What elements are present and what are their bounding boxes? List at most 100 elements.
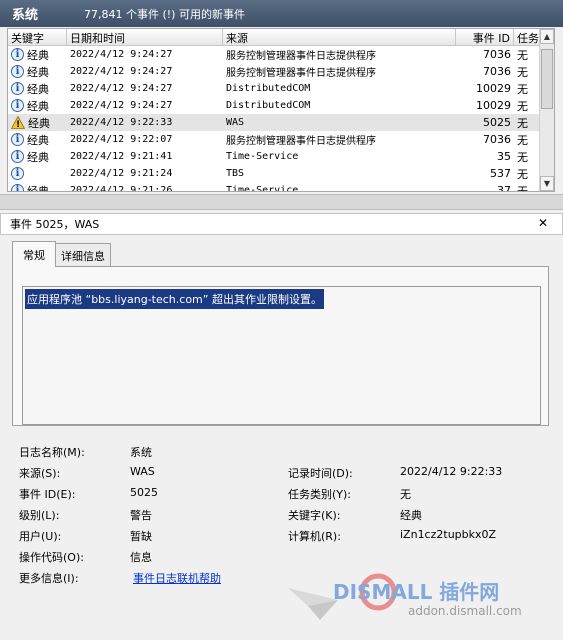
cell-keyword: i 经典 bbox=[8, 47, 67, 63]
cell-task: 无 bbox=[517, 116, 528, 130]
event-list-table[interactable]: 关键字 日期和时间 来源 事件 ID 任务 i 经典 2022/4/12 9:24:… bbox=[7, 28, 555, 192]
cell-keyword: i 经典 bbox=[8, 98, 67, 114]
event-detail-title: 事件 5025，WAS bbox=[10, 218, 100, 231]
task-category-value: 无 bbox=[400, 488, 411, 501]
info-icon: i bbox=[11, 82, 24, 95]
scroll-up-arrow-icon[interactable]: ▲ bbox=[540, 29, 554, 44]
cell-event-id: 7036 bbox=[483, 65, 511, 78]
cell-event-id: 7036 bbox=[483, 48, 511, 61]
cell-task: 无 bbox=[517, 82, 528, 96]
keywords-label: 关键字(K): bbox=[288, 509, 341, 522]
table-row[interactable]: ! 经典 2022/4/12 9:22:33 WAS 5025 无 bbox=[8, 114, 554, 131]
event-count-summary: 77,841 个事件 (!) 可用的新事件 bbox=[84, 7, 245, 21]
site-watermark: DISMALL 插件网 addon.dismall.com bbox=[278, 568, 558, 628]
keyword-text: 经典 bbox=[27, 48, 49, 62]
info-icon: i bbox=[11, 133, 24, 146]
cell-source: DistributedCOM bbox=[226, 100, 311, 111]
opcode-label: 操作代码(O): bbox=[19, 551, 84, 564]
keyword-text: 经典 bbox=[27, 184, 49, 192]
tab-details[interactable]: 详细信息 bbox=[55, 243, 111, 267]
warning-icon: ! bbox=[11, 116, 25, 129]
event-id-value: 5025 bbox=[130, 486, 158, 499]
cell-datetime: 2022/4/12 9:21:26 bbox=[70, 185, 173, 192]
cell-keyword: i 经典 bbox=[8, 81, 67, 97]
keyword-text: 经典 bbox=[27, 99, 49, 113]
keyword-text: 经典 bbox=[27, 150, 49, 164]
keywords-value: 经典 bbox=[400, 509, 422, 522]
user-label: 用户(U): bbox=[19, 530, 62, 543]
info-icon: i bbox=[11, 48, 24, 61]
computer-label: 计算机(R): bbox=[288, 530, 341, 543]
log-name-value: 系统 bbox=[130, 446, 152, 459]
cell-datetime: 2022/4/12 9:24:27 bbox=[70, 100, 173, 111]
cell-keyword: i 经典 bbox=[8, 132, 67, 148]
column-header-keyword[interactable]: 关键字 bbox=[8, 29, 67, 45]
cell-keyword: i 经典 bbox=[8, 64, 67, 80]
table-vertical-scrollbar[interactable]: ▲ ▼ bbox=[539, 29, 554, 191]
cell-source: DistributedCOM bbox=[226, 83, 311, 94]
table-row[interactable]: i 经典 2022/4/12 9:22:07 服务控制管理器事件日志提供程序 7036 无 bbox=[8, 131, 554, 148]
table-row[interactable]: i 经典 2022/4/12 9:24:27 服务控制管理器事件日志提供程序 7036 无 bbox=[8, 46, 554, 63]
cell-source: 服务控制管理器事件日志提供程序 bbox=[226, 68, 376, 79]
table-row[interactable]: i 经典 2022/4/12 9:24:27 DistributedCOM 10029 无 bbox=[8, 97, 554, 114]
keyword-text: 经典 bbox=[28, 116, 50, 130]
online-help-link[interactable]: 事件日志联机帮助 bbox=[133, 570, 221, 586]
cell-task: 无 bbox=[517, 184, 528, 192]
detail-tabs: 常规 详细信息 bbox=[12, 241, 111, 267]
logged-label: 记录时间(D): bbox=[288, 467, 353, 480]
column-header-event-id[interactable]: 事件 ID bbox=[456, 29, 514, 45]
cell-source: Time-Service bbox=[226, 185, 299, 192]
general-tab-panel: 应用程序池 “bbs.liyang-tech.com” 超出其作业限制设置。 bbox=[12, 266, 549, 426]
cell-keyword: i 经典 bbox=[8, 183, 67, 192]
cell-source: 服务控制管理器事件日志提供程序 bbox=[226, 136, 376, 147]
more-info-label: 更多信息(I): bbox=[19, 572, 79, 585]
column-header-source[interactable]: 来源 bbox=[223, 29, 456, 45]
scroll-down-arrow-icon[interactable]: ▼ bbox=[540, 176, 554, 191]
table-row[interactable]: i 经典 2022/4/12 9:21:26 Time-Service 37 无 bbox=[8, 182, 554, 192]
cell-event-id: 7036 bbox=[483, 133, 511, 146]
cell-datetime: 2022/4/12 9:22:07 bbox=[70, 134, 173, 145]
task-category-label: 任务类别(Y): bbox=[288, 488, 352, 501]
event-description-text[interactable]: 应用程序池 “bbs.liyang-tech.com” 超出其作业限制设置。 bbox=[25, 289, 324, 309]
computer-value: iZn1cz2tupbkx0Z bbox=[400, 528, 497, 541]
watermark-brand: DISMALL 插件网 bbox=[333, 580, 500, 604]
cell-task: 无 bbox=[517, 133, 528, 147]
info-icon: i bbox=[11, 150, 24, 163]
column-header-datetime[interactable]: 日期和时间 bbox=[67, 29, 223, 45]
table-row[interactable]: i 2022/4/12 9:21:24 TBS 537 无 bbox=[8, 165, 554, 182]
event-id-label: 事件 ID(E): bbox=[19, 488, 76, 501]
source-label: 来源(S): bbox=[19, 467, 61, 480]
log-title-bar: 系统 77,841 个事件 (!) 可用的新事件 bbox=[0, 0, 563, 27]
info-icon: i bbox=[11, 167, 24, 180]
cell-event-id: 10029 bbox=[476, 82, 511, 95]
event-description-box[interactable]: 应用程序池 “bbs.liyang-tech.com” 超出其作业限制设置。 bbox=[22, 286, 541, 425]
table-row[interactable]: i 经典 2022/4/12 9:24:27 服务控制管理器事件日志提供程序 7036 无 bbox=[8, 63, 554, 80]
table-row[interactable]: i 经典 2022/4/12 9:21:41 Time-Service 35 无 bbox=[8, 148, 554, 165]
cell-datetime: 2022/4/12 9:24:27 bbox=[70, 49, 173, 60]
logged-value: 2022/4/12 9:22:33 bbox=[400, 465, 503, 478]
table-header: 关键字 日期和时间 来源 事件 ID 任务 bbox=[8, 29, 554, 46]
tab-general[interactable]: 常规 bbox=[12, 241, 56, 267]
event-detail-header: 事件 5025，WAS ✕ bbox=[0, 213, 563, 235]
close-icon[interactable]: ✕ bbox=[538, 216, 548, 230]
info-icon: i bbox=[11, 65, 24, 78]
table-row[interactable]: i 经典 2022/4/12 9:24:27 DistributedCOM 10029 无 bbox=[8, 80, 554, 97]
cell-event-id: 5025 bbox=[483, 116, 511, 129]
info-icon: i bbox=[11, 99, 24, 112]
cell-event-id: 537 bbox=[490, 167, 511, 180]
keyword-text: 经典 bbox=[27, 65, 49, 79]
cell-source: 服务控制管理器事件日志提供程序 bbox=[226, 51, 376, 62]
cell-datetime: 2022/4/12 9:22:33 bbox=[70, 117, 173, 128]
watermark-domain: addon.dismall.com bbox=[408, 604, 522, 618]
cell-event-id: 10029 bbox=[476, 99, 511, 112]
cell-task: 无 bbox=[517, 150, 528, 164]
cell-keyword: i 经典 bbox=[8, 149, 67, 165]
cell-event-id: 35 bbox=[497, 150, 511, 163]
keyword-text: 经典 bbox=[27, 133, 49, 147]
pane-splitter[interactable] bbox=[0, 194, 563, 210]
svg-text:!: ! bbox=[16, 120, 20, 129]
column-header-task[interactable]: 任务 bbox=[514, 29, 540, 45]
log-name-label: 日志名称(M): bbox=[19, 446, 85, 459]
cell-source: WAS bbox=[226, 117, 245, 128]
scroll-thumb[interactable] bbox=[541, 49, 553, 109]
